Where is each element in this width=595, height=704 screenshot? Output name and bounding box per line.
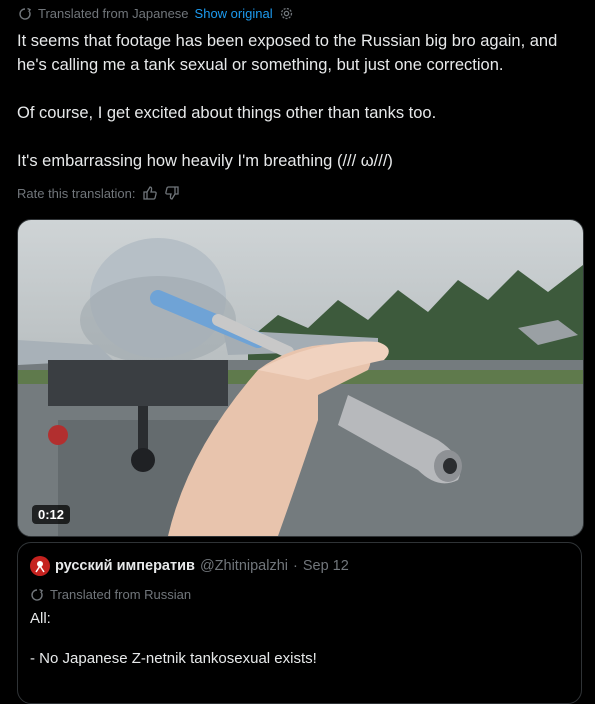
quoted-author-name[interactable]: русский императив xyxy=(55,558,195,574)
translation-notice: Translated from Japanese Show original xyxy=(18,6,294,21)
tweet-paragraph: Of course, I get excited about things ot… xyxy=(17,104,437,122)
gear-icon[interactable] xyxy=(279,6,294,21)
avatar[interactable] xyxy=(30,556,50,576)
quoted-tweet[interactable]: русский императив @Zhitnipalzhi · Sep 12… xyxy=(17,542,582,704)
meta-separator: · xyxy=(293,558,298,574)
quoted-translation-notice: Translated from Russian xyxy=(30,587,191,602)
tweet-paragraph: It seems that footage has been exposed t… xyxy=(17,32,558,74)
video-duration: 0:12 xyxy=(32,505,71,524)
quoted-tweet-date[interactable]: Sep 12 xyxy=(303,558,349,574)
quoted-paragraph: All: xyxy=(30,610,51,627)
show-original-link[interactable]: Show original xyxy=(195,6,273,21)
tweet-text: It seems that footage has been exposed t… xyxy=(17,29,582,173)
tweet-paragraph: It's embarrassing how heavily I'm breath… xyxy=(17,152,393,170)
video-frame xyxy=(18,238,583,536)
quoted-tweet-text: All: - No Japanese Z-netnik tankosexual … xyxy=(30,609,570,669)
translate-icon xyxy=(18,7,32,21)
rate-translation-label: Rate this translation: xyxy=(17,185,136,201)
avatar-emblem-icon xyxy=(35,561,45,573)
rate-translation: Rate this translation: xyxy=(17,185,180,201)
thumbs-up-icon[interactable] xyxy=(142,185,158,201)
video-player[interactable]: 0:12 xyxy=(17,219,584,537)
quoted-tweet-header: русский императив @Zhitnipalzhi · Sep 12 xyxy=(30,556,349,576)
thumbs-down-icon[interactable] xyxy=(164,185,180,201)
quoted-paragraph: - No Japanese Z-netnik tankosexual exist… xyxy=(30,650,317,667)
translate-icon xyxy=(30,588,44,602)
quoted-translation-label: Translated from Russian xyxy=(50,587,192,602)
translation-label: Translated from Japanese xyxy=(38,6,189,21)
quoted-author-handle[interactable]: @Zhitnipalzhi xyxy=(200,558,288,574)
